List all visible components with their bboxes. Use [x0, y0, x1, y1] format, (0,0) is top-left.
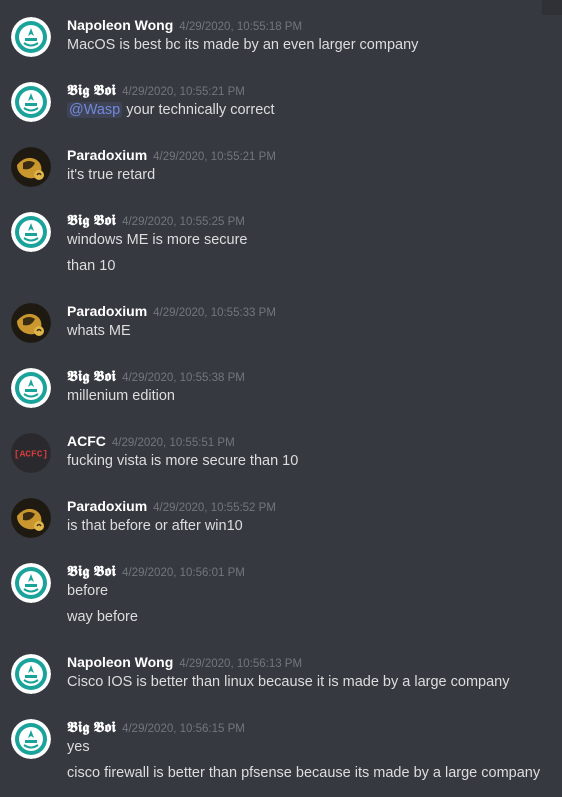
timestamp: 4/29/2020, 10:56:13 PM	[179, 658, 303, 670]
message-header: Paradoxium 4/29/2020, 10:55:52 PM	[67, 496, 276, 515]
timestamp: 4/29/2020, 10:55:51 PM	[111, 437, 235, 449]
timestamp: 4/29/2020, 10:55:52 PM	[153, 502, 276, 514]
timestamp: 4/29/2020, 10:55:25 PM	[122, 216, 245, 228]
message-text: Cisco IOS is better than linux because i…	[67, 674, 510, 690]
timestamp: 4/29/2020, 10:55:21 PM	[153, 151, 276, 163]
username[interactable]: Napoleon Wong	[67, 654, 173, 670]
seal-avatar[interactable]	[11, 17, 51, 57]
seal-avatar[interactable]	[11, 654, 51, 694]
message-header: Napoleon Wong 4/29/2020, 10:56:13 PM	[67, 652, 302, 671]
message-text: cisco firewall is better than pfsense be…	[67, 765, 541, 781]
seal-avatar[interactable]	[11, 212, 51, 252]
message-text-rest: your technically correct	[122, 102, 275, 118]
acfc-avatar[interactable]: [ACFC]	[11, 433, 51, 473]
timestamp: 4/29/2020, 10:56:01 PM	[122, 567, 245, 579]
message-text: fucking vista is more secure than 10	[67, 453, 299, 469]
username[interactable]: Napoleon Wong	[67, 17, 173, 33]
seal-avatar[interactable]	[11, 719, 51, 759]
message-header: 𝕭𝖎𝖌 𝕭𝖔𝖎 4/29/2020, 10:56:15 PM	[67, 717, 245, 737]
seal-avatar[interactable]	[11, 368, 51, 408]
channel-top-edge	[0, 0, 562, 15]
timestamp: 4/29/2020, 10:55:38 PM	[122, 372, 245, 384]
timestamp: 4/29/2020, 10:55:21 PM	[122, 86, 245, 98]
message-header: Paradoxium 4/29/2020, 10:55:33 PM	[67, 301, 276, 320]
message-text: than 10	[67, 258, 116, 274]
username[interactable]: Paradoxium	[67, 498, 147, 514]
message-header: Napoleon Wong 4/29/2020, 10:55:18 PM	[67, 15, 302, 34]
timestamp: 4/29/2020, 10:56:15 PM	[122, 723, 245, 735]
message-text: windows ME is more secure	[67, 232, 248, 248]
username[interactable]: Paradoxium	[67, 303, 147, 319]
timestamp: 4/29/2020, 10:55:33 PM	[153, 307, 276, 319]
message-header: Paradoxium 4/29/2020, 10:55:21 PM	[67, 145, 276, 164]
message-header: ACFC 4/29/2020, 10:55:51 PM	[67, 431, 235, 450]
username[interactable]: 𝕭𝖎𝖌 𝕭𝖔𝖎	[67, 83, 116, 99]
message-header: 𝕭𝖎𝖌 𝕭𝖔𝖎 4/29/2020, 10:55:21 PM	[67, 80, 245, 100]
timestamp: 4/29/2020, 10:55:18 PM	[179, 21, 303, 33]
message-text: it's true retard	[67, 167, 156, 183]
message-text: @Wasp your technically correct	[67, 102, 275, 118]
paradoxium-avatar[interactable]	[11, 498, 51, 538]
username[interactable]: 𝕭𝖎𝖌 𝕭𝖔𝖎	[67, 720, 116, 736]
message-text: is that before or after win10	[67, 518, 243, 534]
message-text: MacOS is best bc its made by an even lar…	[67, 37, 419, 53]
message-text: yes	[67, 739, 90, 755]
username[interactable]: 𝕭𝖎𝖌 𝕭𝖔𝖎	[67, 369, 116, 385]
username[interactable]: Paradoxium	[67, 147, 147, 163]
message-text: whats ME	[67, 323, 131, 339]
acfc-avatar-label: [ACFC]	[14, 449, 48, 460]
message-header: 𝕭𝖎𝖌 𝕭𝖔𝖎 4/29/2020, 10:56:01 PM	[67, 561, 245, 581]
user-mention[interactable]: @Wasp	[67, 102, 123, 118]
seal-avatar[interactable]	[11, 82, 51, 122]
scrollbar-track-top	[542, 0, 562, 15]
username[interactable]: ACFC	[67, 433, 106, 449]
username[interactable]: 𝕭𝖎𝖌 𝕭𝖔𝖎	[67, 564, 116, 580]
paradoxium-avatar[interactable]	[11, 147, 51, 187]
seal-avatar[interactable]	[11, 563, 51, 603]
message-text: way before	[67, 609, 138, 625]
paradoxium-avatar[interactable]	[11, 303, 51, 343]
message-text: millenium edition	[67, 388, 175, 404]
message-header: 𝕭𝖎𝖌 𝕭𝖔𝖎 4/29/2020, 10:55:25 PM	[67, 210, 245, 230]
message-text: before	[67, 583, 109, 599]
username[interactable]: 𝕭𝖎𝖌 𝕭𝖔𝖎	[67, 213, 116, 229]
message-header: 𝕭𝖎𝖌 𝕭𝖔𝖎 4/29/2020, 10:55:38 PM	[67, 366, 245, 386]
